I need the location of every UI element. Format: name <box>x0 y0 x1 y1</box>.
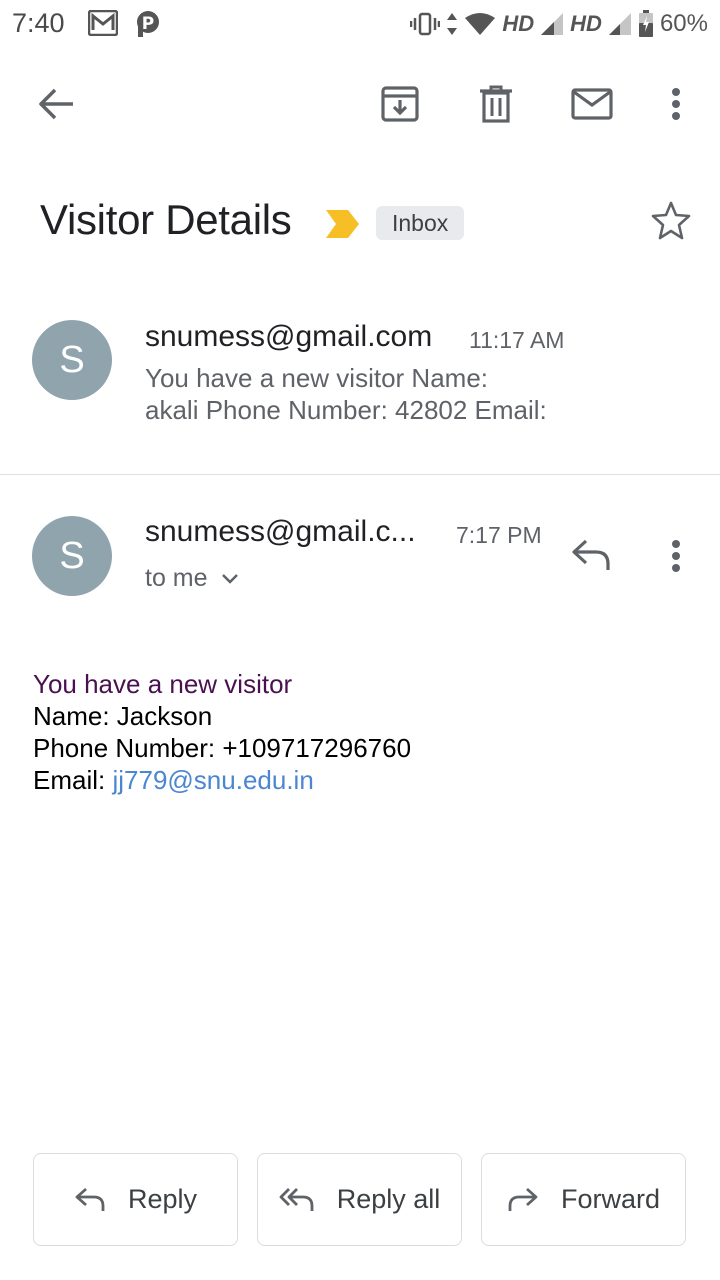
email-link[interactable]: jj779@snu.edu.in <box>112 765 313 795</box>
reply-button[interactable] <box>570 538 612 572</box>
delete-button[interactable] <box>474 82 518 126</box>
message-more-button[interactable] <box>671 539 681 573</box>
sender-avatar: S <box>32 320 112 400</box>
battery-percent: 60% <box>659 10 708 37</box>
mail-icon <box>571 88 613 120</box>
body-name: Name: Jackson <box>33 701 213 731</box>
battery-icon <box>638 10 654 38</box>
importance-marker-icon[interactable] <box>326 210 360 238</box>
vibrate-icon <box>410 11 441 37</box>
network-type-1: HD <box>502 11 535 36</box>
snippet-line: akali Phone Number: 42802 Email: <box>145 395 547 425</box>
recipient-text: to me <box>145 564 208 592</box>
body-intro: You have a new visitor <box>33 669 293 699</box>
wifi-icon <box>464 12 496 36</box>
archive-icon <box>381 86 419 122</box>
message-time: 7:17 PM <box>456 522 542 548</box>
more-vert-icon <box>672 88 680 120</box>
gmail-notification-icon <box>88 10 118 36</box>
message-snippet: You have a new visitor Name: akali Phone… <box>145 362 605 426</box>
forward-icon <box>508 1187 538 1211</box>
forward-label: Forward <box>560 1184 661 1214</box>
back-button[interactable] <box>34 82 78 126</box>
forward-action-button[interactable]: Forward <box>481 1153 686 1246</box>
inbox-label-chip[interactable]: Inbox <box>376 206 465 240</box>
signal-icon-1 <box>540 12 564 36</box>
star-icon <box>651 201 691 240</box>
reply-all-action-button[interactable]: Reply all <box>257 1153 462 1246</box>
message-body: You have a new visitor Name: Jackson Pho… <box>33 668 411 796</box>
body-email-line: Email: jj779@snu.edu.in <box>33 764 411 796</box>
snippet-line: You have a new visitor Name: <box>145 363 489 393</box>
email-subject: Visitor Details <box>40 196 292 243</box>
archive-button[interactable] <box>378 82 422 126</box>
more-vert-icon <box>672 540 680 572</box>
status-bar: 7:40 P HD HD 60% <box>0 0 720 48</box>
recipient-toggle[interactable]: to me <box>145 564 238 593</box>
sender-avatar[interactable]: S <box>32 516 112 596</box>
data-arrows-icon <box>446 12 458 36</box>
reply-icon <box>75 1187 105 1211</box>
network-type-2: HD <box>570 11 602 36</box>
mark-unread-button[interactable] <box>570 82 614 126</box>
reply-all-label: Reply all <box>336 1184 441 1214</box>
svg-text:P: P <box>142 14 154 34</box>
reply-label: Reply <box>127 1184 198 1214</box>
body-email-label: Email: <box>33 765 113 795</box>
sender-email[interactable]: snumess@gmail.c... <box>145 515 416 549</box>
chevron-down-icon <box>221 573 238 584</box>
signal-icon-2 <box>608 12 632 36</box>
status-time: 7:40 <box>12 8 65 38</box>
reply-icon <box>572 539 610 570</box>
reply-action-button[interactable]: Reply <box>33 1153 238 1246</box>
star-button[interactable] <box>650 200 692 240</box>
message-time: 11:17 AM <box>469 327 565 353</box>
reply-all-icon <box>279 1187 314 1211</box>
parking-notification-icon: P <box>136 10 160 38</box>
sender-email: snumess@gmail.com <box>145 320 433 353</box>
message-divider <box>0 474 720 475</box>
arrow-back-icon <box>39 88 73 120</box>
trash-icon <box>480 85 512 123</box>
more-options-button[interactable] <box>654 82 698 126</box>
body-phone: Phone Number: +109717296760 <box>33 733 412 763</box>
